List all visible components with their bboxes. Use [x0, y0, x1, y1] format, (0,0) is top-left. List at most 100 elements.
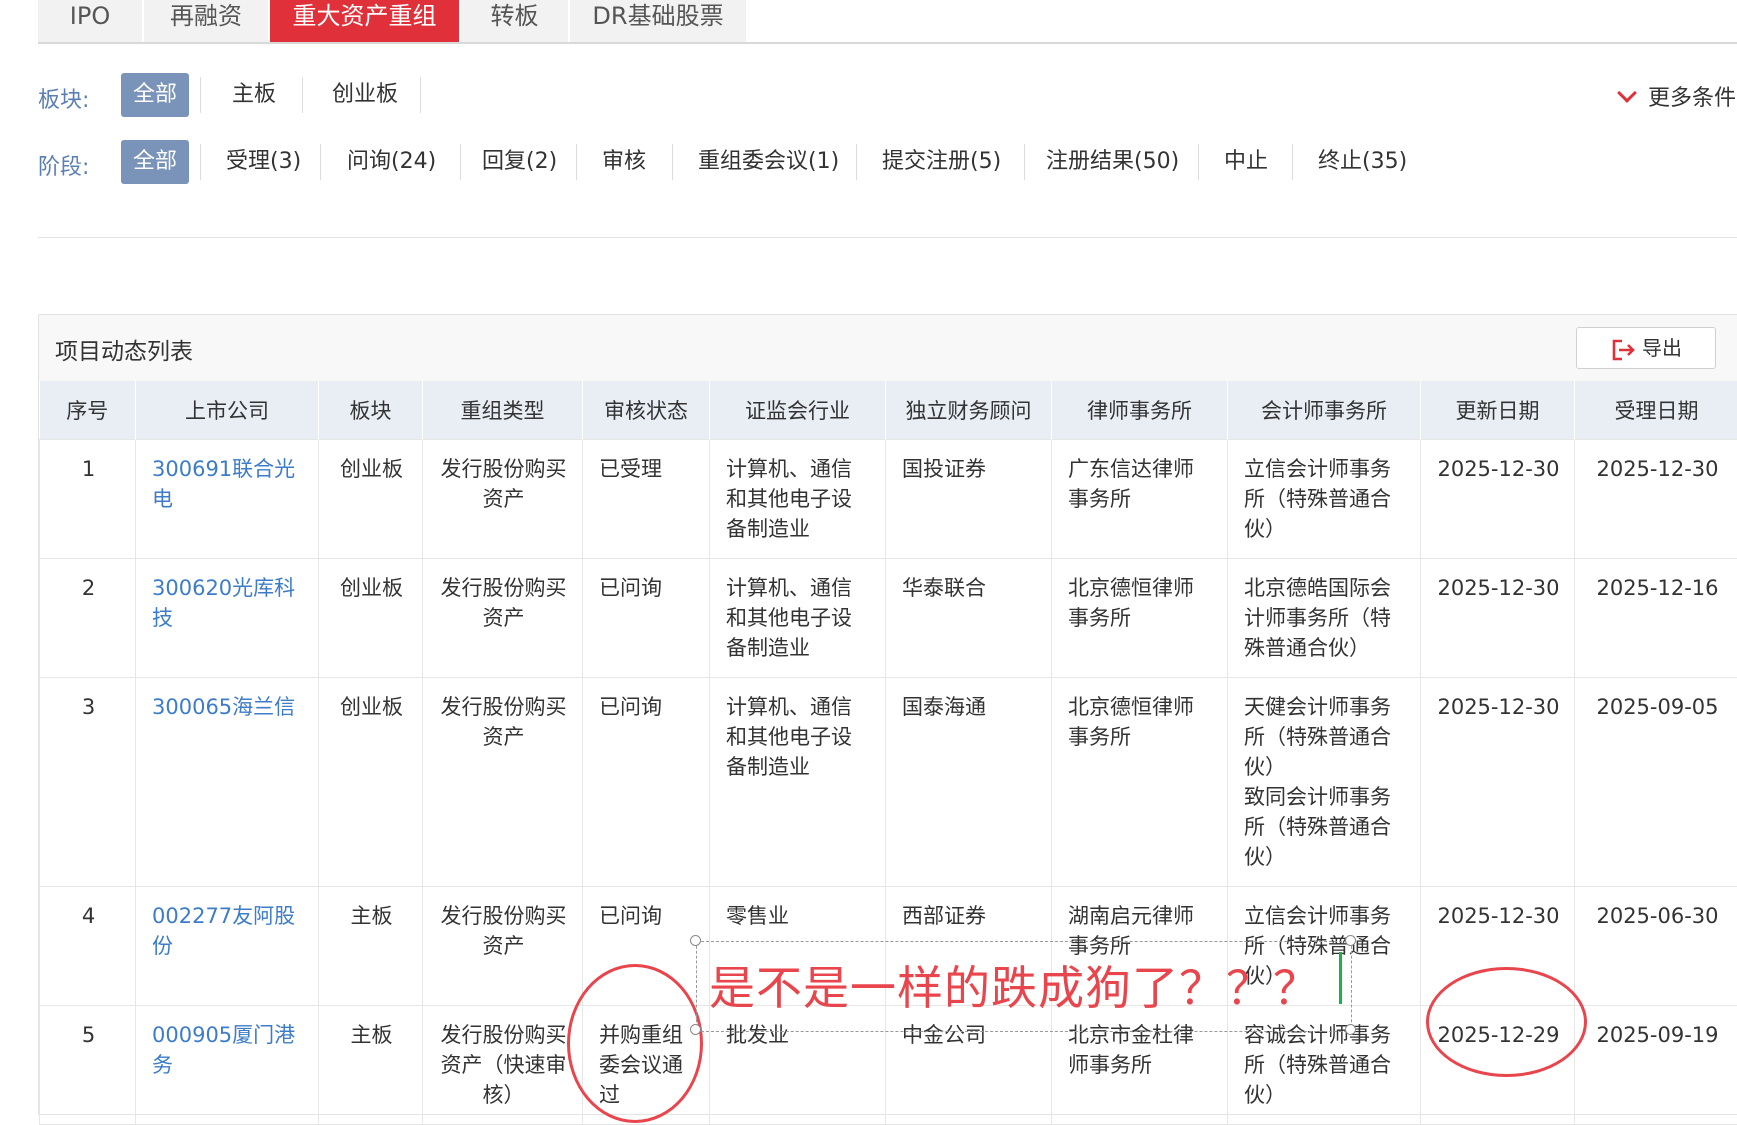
company-link[interactable]: 300691联合光电 — [152, 457, 295, 511]
cell-text: 5 — [82, 1023, 95, 1047]
col-law-firm[interactable]: 律师事务所 — [1052, 381, 1228, 440]
board-option-all[interactable]: 全部 — [121, 73, 189, 117]
col-accept-date[interactable]: 受理日期 — [1575, 381, 1737, 440]
separator — [200, 144, 201, 180]
company-link[interactable]: 000905厦门港务 — [152, 1023, 295, 1077]
cell-text: 北京德恒律师事务所 — [1068, 576, 1194, 630]
export-icon — [1610, 338, 1636, 362]
separator — [672, 144, 673, 180]
cell-financial-advisor: 华泰联合 — [886, 559, 1052, 678]
tab-board-transfer[interactable]: 转板 — [461, 0, 568, 42]
text-cursor — [1339, 952, 1342, 1004]
company-link[interactable]: 300065海兰信 — [152, 695, 295, 719]
cell-text: 发行股份购买资产 — [441, 457, 567, 511]
cell-text: 发行股份购买资产 — [441, 904, 567, 958]
cell-text: 计算机、通信和其他电子设备制造业 — [726, 695, 852, 779]
stage-option-review[interactable]: 审核 — [590, 140, 658, 184]
stage-option-inquiry[interactable]: 问询(24) — [335, 140, 448, 184]
separator — [320, 144, 321, 180]
col-update-date[interactable]: 更新日期 — [1421, 381, 1575, 440]
tab-refinancing[interactable]: 再融资 — [144, 0, 268, 42]
cell-board: 主板 — [319, 1006, 423, 1125]
cell-text: 发行股份购买资产（快速审核） — [441, 1023, 567, 1107]
cell-text: 2025-12-30 — [1437, 904, 1559, 928]
cell-board: 创业板 — [319, 559, 423, 678]
cell-text: 发行股份购买资产 — [441, 695, 567, 749]
stage-option-reply[interactable]: 回复(2) — [470, 140, 569, 184]
cell-text: 已问询 — [599, 695, 662, 719]
cell-row-index: 3 — [40, 678, 136, 887]
col-review-status[interactable]: 审核状态 — [583, 381, 710, 440]
cell-text: 1 — [82, 457, 95, 481]
tab-ipo[interactable]: IPO — [38, 0, 142, 42]
resize-handle[interactable] — [1345, 935, 1356, 946]
table-row: 2300620光库科技创业板发行股份购买资产已问询计算机、通信和其他电子设备制造… — [40, 559, 1737, 678]
cell-text: 2025-12-30 — [1437, 457, 1559, 481]
cell-restructure-type: 发行股份购买资产 — [423, 887, 583, 1006]
cell-text: 创业板 — [340, 576, 403, 600]
table-header-row: 序号 上市公司 板块 重组类型 审核状态 证监会行业 独立财务顾问 律师事务所 … — [40, 381, 1737, 440]
cell-text: 西部证券 — [902, 904, 986, 928]
col-restructure-type[interactable]: 重组类型 — [423, 381, 583, 440]
stage-option-committee[interactable]: 重组委会议(1) — [686, 140, 851, 184]
stage-option-terminated[interactable]: 终止(35) — [1306, 140, 1419, 184]
stage-option-registration-result[interactable]: 注册结果(50) — [1034, 140, 1191, 184]
stage-option-suspended[interactable]: 中止 — [1212, 140, 1280, 184]
table-row: 1 300691联合光电创业板发行股份购买资产 已受理 计算机、通信和其他电子设备制造… — [40, 440, 1737, 559]
cell-text: 已问询 — [599, 576, 662, 600]
cell-accounting-firm: 天健会计师事务所（特殊普通合伙） 致同会计师事务所（特殊普通合伙） — [1228, 678, 1421, 887]
resize-handle[interactable] — [1345, 1024, 1356, 1035]
cell-row-index: 4 — [40, 887, 136, 1006]
stage-option-submit-registration[interactable]: 提交注册(5) — [870, 140, 1013, 184]
panel-title: 项目动态列表 — [55, 332, 193, 366]
cell-accept-date: 2025-06-30 — [1575, 887, 1737, 1006]
board-option-chinext[interactable]: 创业板 — [320, 73, 410, 117]
company-link[interactable]: 002277友阿股份 — [152, 904, 295, 958]
table-row: 3 300065海兰信 创业板 发行股份购买资产 已问询 计算机、通信和其他电子设备制造业… — [40, 678, 1737, 887]
cell-accept-date: 2025-12-30 — [1575, 440, 1737, 559]
cell-text: 计算机、通信和其他电子设备制造业 — [726, 457, 852, 541]
cell-restructure-type: 发行股份购买资产 — [423, 678, 583, 887]
divider — [38, 237, 1737, 238]
top-tab-bar: IPO 再融资 重大资产重组 转板 DR基础股票 — [38, 0, 1737, 44]
board-option-main[interactable]: 主板 — [220, 73, 288, 117]
tab-major-restructuring[interactable]: 重大资产重组 — [270, 0, 459, 42]
separator — [1198, 144, 1199, 180]
col-index[interactable]: 序号 — [40, 381, 136, 440]
separator — [420, 77, 421, 113]
more-conditions-button[interactable]: 更多条件 — [1620, 80, 1736, 112]
cell-text: 创业板 — [340, 695, 403, 719]
cell-text: 华泰联合 — [902, 576, 986, 600]
resize-handle[interactable] — [690, 1024, 701, 1035]
stage-option-all[interactable]: 全部 — [121, 140, 189, 184]
export-button[interactable]: 导出 — [1576, 327, 1716, 369]
col-financial-advisor[interactable]: 独立财务顾问 — [886, 381, 1052, 440]
more-conditions-label: 更多条件 — [1648, 86, 1736, 111]
col-accounting-firm[interactable]: 会计师事务所 — [1228, 381, 1421, 440]
cell-financial-advisor: 国泰海通 — [886, 678, 1052, 887]
col-csrc-industry[interactable]: 证监会行业 — [710, 381, 886, 440]
cell-text: 主板 — [351, 904, 393, 928]
circle-annotation — [567, 964, 703, 1123]
cell-text: 2025-12-30 — [1437, 576, 1559, 600]
stage-option-accepted[interactable]: 受理(3) — [214, 140, 313, 184]
col-company[interactable]: 上市公司 — [136, 381, 319, 440]
cell-update-date: 2025-12-30 — [1421, 559, 1575, 678]
resize-handle[interactable] — [690, 935, 701, 946]
cell-board: 创业板 — [319, 440, 423, 559]
cell-text: 2 — [82, 576, 95, 600]
cell-financial-advisor: 国投证券 — [886, 440, 1052, 559]
company-link[interactable]: 300620光库科技 — [152, 576, 295, 630]
tab-dr-stock[interactable]: DR基础股票 — [570, 0, 746, 42]
cell-text: 容诚会计师事务所（特殊普通合伙） — [1244, 1023, 1391, 1107]
cell-update-date: 2025-12-30 — [1421, 440, 1575, 559]
cell-text: 天健会计师事务所（特殊普通合伙） 致同会计师事务所（特殊普通合伙） — [1244, 695, 1391, 869]
cell-text: 国泰海通 — [902, 695, 986, 719]
cell-row-index: 1 — [40, 440, 136, 559]
cell-csrc-industry: 计算机、通信和其他电子设备制造业 — [710, 440, 886, 559]
col-board[interactable]: 板块 — [319, 381, 423, 440]
cell-text: 已受理 — [599, 457, 662, 481]
cell-law-firm: 北京德恒律师事务所 — [1052, 678, 1228, 887]
cell-review-status: 已受理 — [583, 440, 710, 559]
cell-update-date: 2025-12-30 — [1421, 678, 1575, 887]
